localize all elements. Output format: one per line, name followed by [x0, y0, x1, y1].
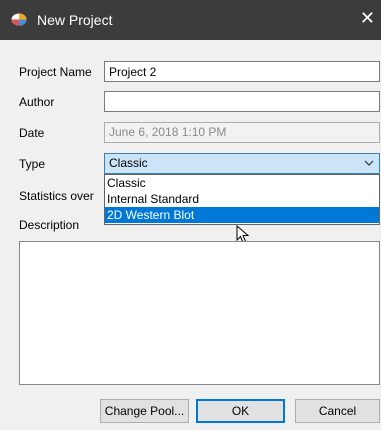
project-name-input[interactable]: [104, 61, 380, 82]
description-textarea[interactable]: [19, 241, 380, 385]
date-field: June 6, 2018 1:10 PM: [104, 122, 380, 143]
title-bar: New Project ✕: [0, 0, 381, 40]
type-option-classic[interactable]: Classic: [105, 175, 379, 191]
app-logo-icon: [11, 13, 27, 26]
type-option-internal-standard[interactable]: Internal Standard: [105, 191, 379, 207]
author-label: Author: [19, 95, 55, 109]
type-select[interactable]: Classic: [104, 153, 380, 174]
cancel-button[interactable]: Cancel: [295, 399, 380, 423]
project-name-label: Project Name: [19, 65, 92, 79]
statistics-label: Statistics over: [19, 189, 94, 203]
date-label: Date: [19, 126, 45, 140]
chevron-down-icon: [364, 160, 374, 166]
type-select-value: Classic: [109, 156, 148, 170]
close-icon[interactable]: ✕: [360, 9, 375, 27]
type-option-2d-western-blot[interactable]: 2D Western Blot: [105, 207, 379, 223]
ok-button[interactable]: OK: [196, 399, 285, 423]
change-pool-button[interactable]: Change Pool...: [100, 399, 189, 423]
author-input[interactable]: [104, 91, 380, 112]
description-label: Description: [19, 218, 80, 232]
window-title: New Project: [37, 12, 113, 28]
type-dropdown-list: Classic Internal Standard 2D Western Blo…: [104, 174, 380, 225]
type-label: Type: [19, 157, 46, 171]
